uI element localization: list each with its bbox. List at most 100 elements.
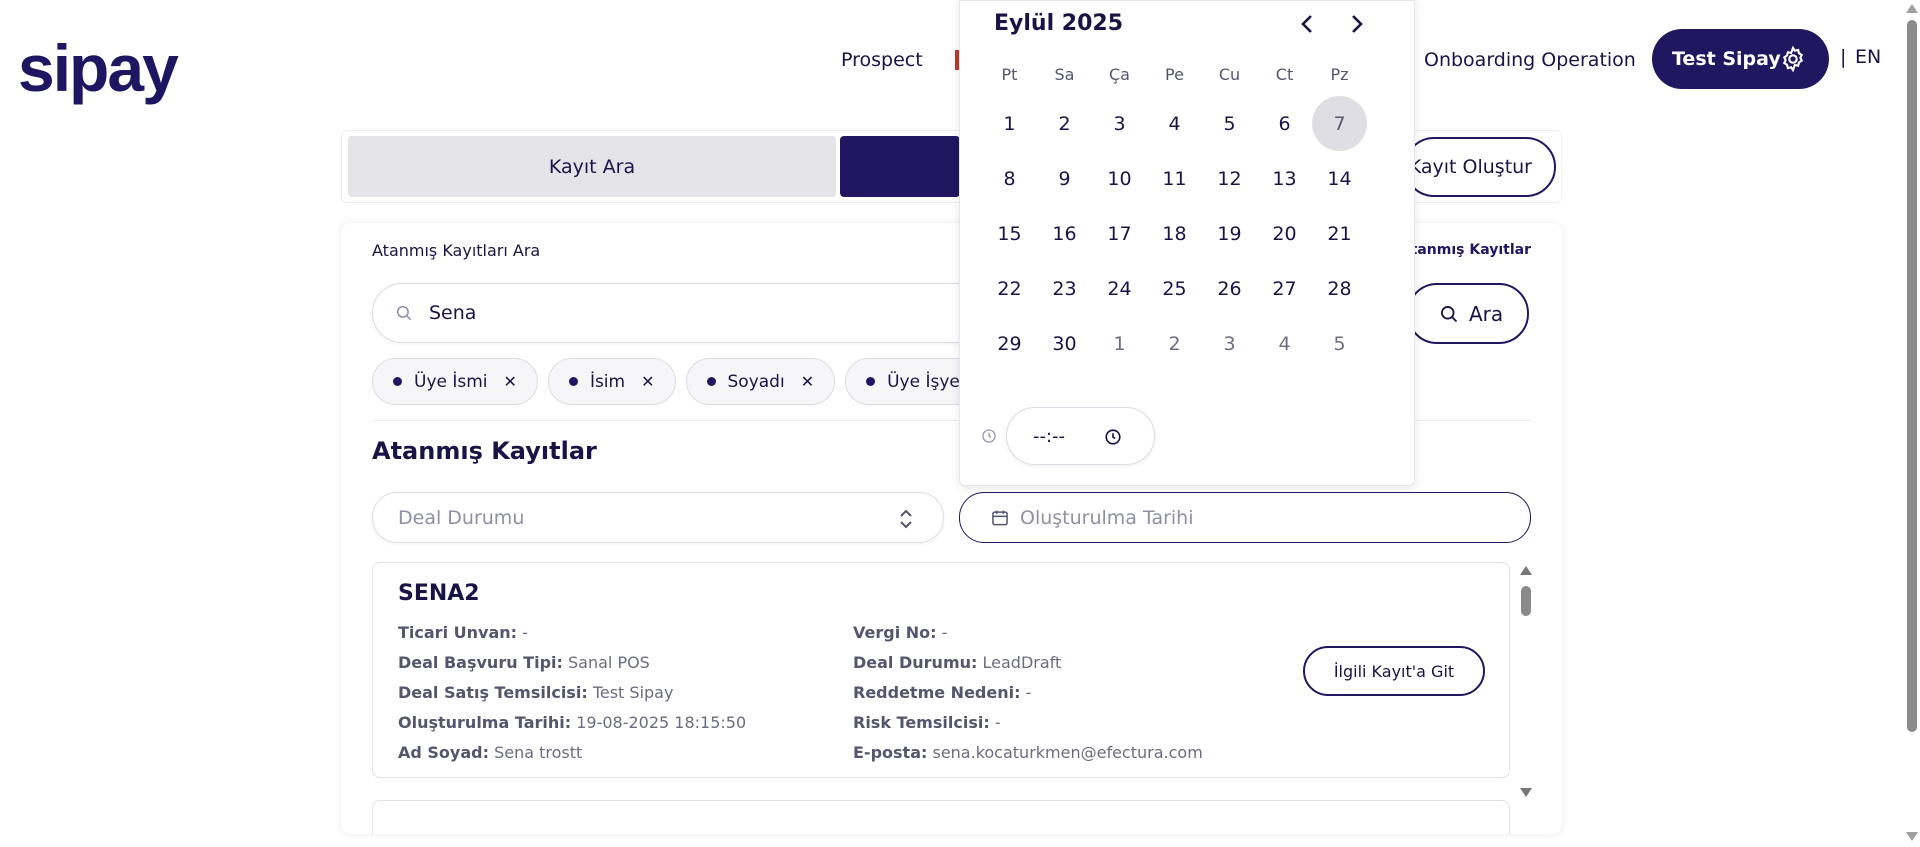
calendar-day[interactable]: 12 [1202, 151, 1257, 206]
calendar-day[interactable]: 30 [1037, 316, 1092, 371]
search-icon [1441, 305, 1458, 322]
assigned-records-link[interactable]: Atanmış Kayıtlar [1400, 242, 1531, 258]
scroll-thumb[interactable] [1907, 20, 1917, 732]
calendar-day[interactable]: 2 [1147, 316, 1202, 371]
record-card: SENA2 Ticari Unvan: - Deal Başvuru Tipi:… [372, 562, 1510, 778]
sipay-logo[interactable]: sipay [18, 30, 188, 110]
chip-label: Üye İsmi [414, 371, 488, 392]
created-date-input[interactable]: Oluşturulma Tarihi [959, 492, 1531, 543]
calendar-day[interactable]: 18 [1147, 206, 1202, 261]
chevron-left-icon[interactable] [1296, 11, 1320, 37]
chevron-updown-icon [900, 509, 912, 529]
calendar-day[interactable]: 22 [982, 261, 1037, 316]
weekday-label: Cu [1218, 65, 1241, 84]
logo-text: sipay [18, 31, 179, 105]
record-field: Oluşturulma Tarihi: 19-08-2025 18:15:50 [398, 713, 747, 732]
tab-active-record[interactable] [840, 136, 960, 197]
search-button-label: Ara [1469, 301, 1504, 326]
calendar-day[interactable]: 26 [1202, 261, 1257, 316]
language-switch[interactable]: EN [1855, 46, 1881, 68]
record-field: Risk Temsilcisi: - [853, 713, 1001, 732]
calendar-day[interactable]: 9 [1037, 151, 1092, 206]
calendar-day[interactable]: 20 [1257, 206, 1312, 261]
search-label: Atanmış Kayıtları Ara [372, 241, 541, 260]
record-field: Deal Satış Temsilcisi: Test Sipay [398, 683, 674, 702]
lang-separator: | [1840, 46, 1847, 68]
nav-onboarding-operation[interactable]: Onboarding Operation [1424, 30, 1636, 90]
calendar-day[interactable]: 19 [1202, 206, 1257, 261]
go-to-record-button[interactable]: İlgili Kayıt'a Git [1303, 646, 1485, 696]
calendar-day[interactable]: 28 [1312, 261, 1367, 316]
calendar-day[interactable]: 24 [1092, 261, 1147, 316]
record-right-column: Vergi No: - Deal Durumu: LeadDraft Redde… [853, 618, 1203, 768]
search-button[interactable]: Ara [1407, 283, 1529, 344]
scroll-up-arrow[interactable] [1906, 4, 1918, 13]
calendar-day[interactable]: 21 [1312, 206, 1367, 261]
calendar-day[interactable]: 27 [1257, 261, 1312, 316]
chip-dot [393, 377, 402, 386]
chip-dot [568, 377, 578, 386]
calendar-day[interactable]: 17 [1092, 206, 1147, 261]
assigned-records-title: Atanmış Kayıtlar [372, 437, 597, 465]
calendar-day[interactable]: 3 [1202, 316, 1257, 371]
weekday-label: Pz [1330, 65, 1349, 84]
nav-prospect[interactable]: Prospect [841, 30, 923, 90]
calendar-day[interactable]: 4 [1147, 96, 1202, 151]
calendar-day[interactable]: 10 [1092, 151, 1147, 206]
scroll-thumb[interactable] [1521, 586, 1531, 616]
clock-icon [1105, 429, 1121, 445]
weekday-label: Sa [1054, 65, 1075, 84]
search-icon [396, 305, 412, 321]
record-field: Deal Başvuru Tipi: Sanal POS [398, 653, 650, 672]
page: sipay Prospect Onboarding Operation Test… [0, 0, 1920, 847]
filter-chip[interactable]: İsim ✕ [547, 358, 676, 405]
close-icon[interactable]: ✕ [641, 372, 654, 391]
time-input-value: --:-- [1033, 425, 1066, 447]
close-icon[interactable]: ✕ [504, 372, 517, 391]
calendar-day[interactable]: 13 [1257, 151, 1312, 206]
record-card [372, 800, 1510, 834]
calendar-day[interactable]: 2 [1037, 96, 1092, 151]
record-field: Reddetme Nedeni: - [853, 683, 1032, 702]
calendar-day[interactable]: 6 [1257, 96, 1312, 151]
weekday-label: Ça [1109, 65, 1130, 84]
calendar-day[interactable]: 14 [1312, 151, 1367, 206]
calendar-day[interactable]: 1 [982, 96, 1037, 151]
tab-search-record[interactable]: Kayıt Ara [348, 136, 836, 197]
calendar-day[interactable]: 16 [1037, 206, 1092, 261]
list-scrollbar[interactable] [1518, 562, 1534, 802]
scroll-down-arrow[interactable] [1906, 832, 1918, 841]
calendar-day[interactable]: 5 [1202, 96, 1257, 151]
calendar-day[interactable]: 4 [1257, 316, 1312, 371]
close-icon[interactable]: ✕ [801, 372, 814, 391]
calendar-day[interactable]: 5 [1312, 316, 1367, 371]
calendar-day[interactable]: 8 [982, 151, 1037, 206]
filter-chip[interactable]: Üye İsmi ✕ [372, 358, 538, 405]
calendar-day[interactable]: 23 [1037, 261, 1092, 316]
calendar-day[interactable]: 11 [1147, 151, 1202, 206]
tab-create-record[interactable]: Kayıt Oluştur [1404, 137, 1556, 197]
scroll-up-arrow[interactable] [1520, 566, 1532, 575]
filter-chip[interactable]: Soyadı ✕ [685, 358, 836, 405]
calendar-day[interactable]: 25 [1147, 261, 1202, 316]
record-field: Vergi No: - [853, 623, 948, 642]
calendar-day[interactable]: 3 [1092, 96, 1147, 151]
record-field: E-posta: sena.kocaturkmen@efectura.com [853, 743, 1203, 762]
clock-icon [982, 429, 996, 443]
calendar-day[interactable]: 7 [1312, 96, 1367, 151]
record-name: SENA2 [398, 581, 480, 606]
date-picker-popup: Eylül 2025 Pt Sa Ça Pe Cu Ct Pz 1 2 3 4 5 6 7 8 9 10 11 12… [959, 0, 1415, 486]
scroll-down-arrow[interactable] [1520, 788, 1532, 797]
calendar-day[interactable]: 1 [1092, 316, 1147, 371]
record-left-column: Ticari Unvan: - Deal Başvuru Tipi: Sanal… [398, 618, 746, 768]
weekday-label: Pt [1001, 65, 1018, 84]
calendar-day[interactable]: 29 [982, 316, 1037, 371]
calendar-day[interactable]: 15 [982, 206, 1037, 261]
user-menu-button[interactable]: Test Sipay [1652, 29, 1829, 89]
record-list: SENA2 Ticari Unvan: - Deal Başvuru Tipi:… [372, 562, 1532, 834]
chevron-right-icon[interactable] [1344, 11, 1368, 37]
search-input-value: Sena [429, 302, 477, 324]
time-input[interactable]: --:-- [1006, 407, 1155, 465]
deal-status-select[interactable]: Deal Durumu [372, 492, 944, 543]
page-scrollbar[interactable] [1903, 0, 1920, 847]
